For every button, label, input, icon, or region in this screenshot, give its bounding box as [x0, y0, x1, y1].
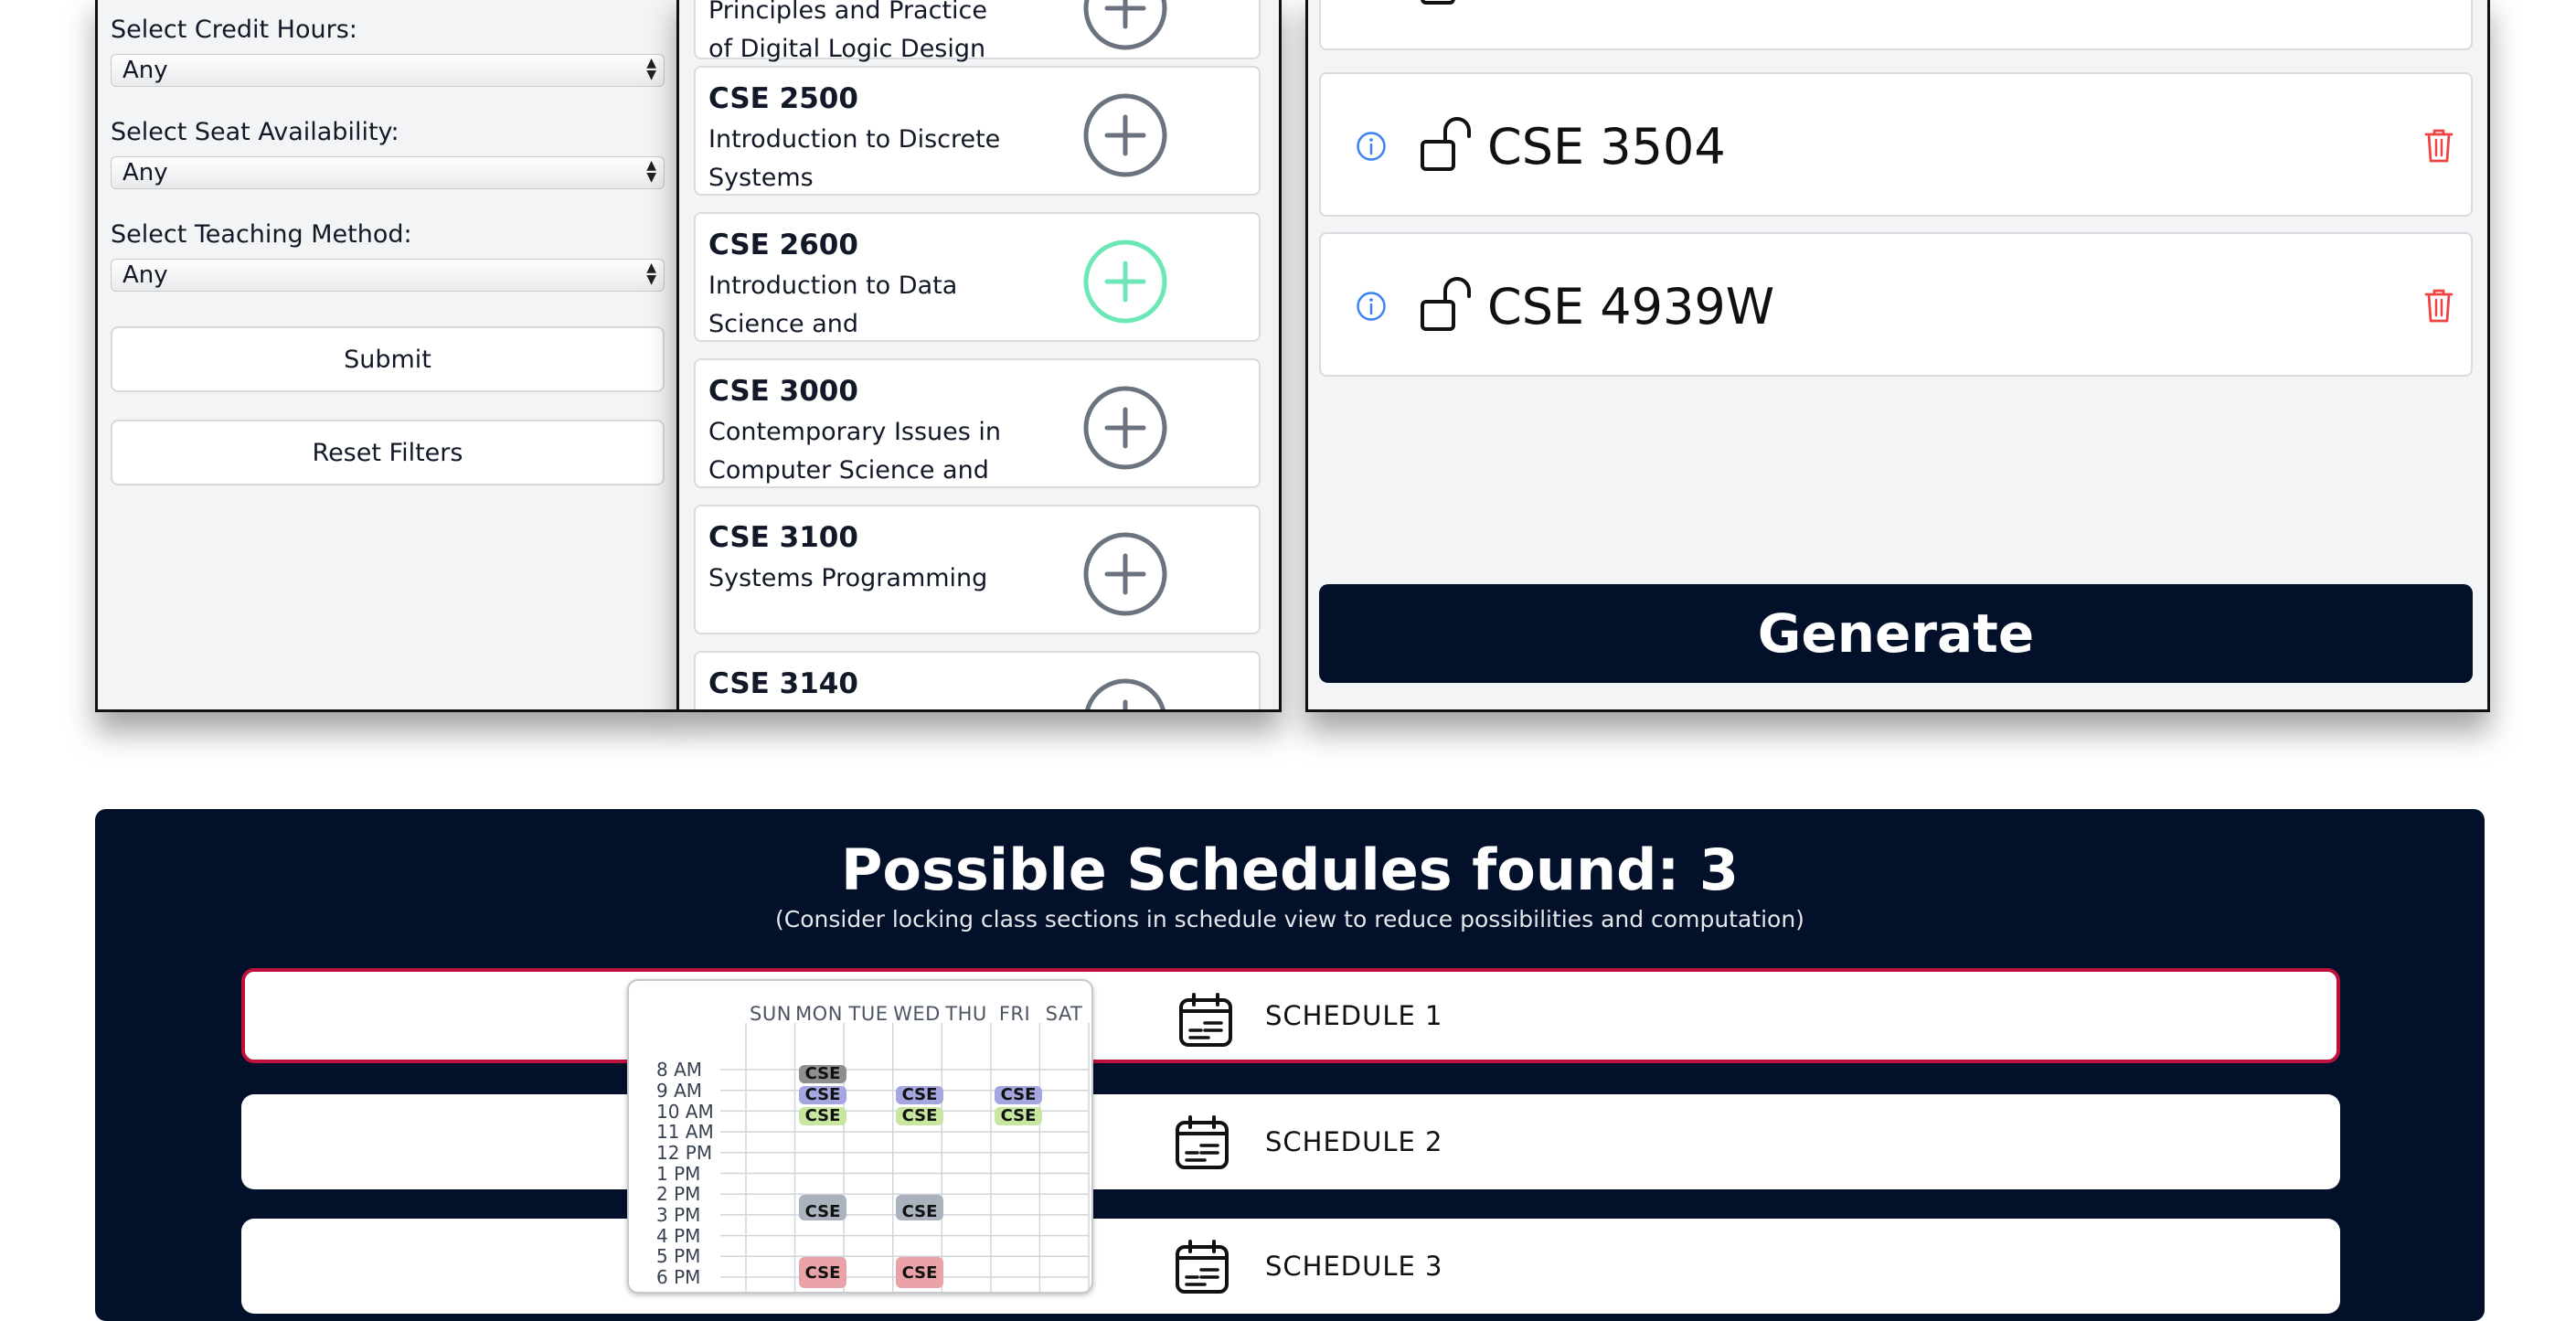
calendar-event[interactable]: CSE [896, 1195, 943, 1220]
course-code: CSE 3100 [708, 521, 858, 554]
hour-label: 10 AM [656, 1101, 714, 1123]
submit-button[interactable]: Submit [111, 326, 665, 392]
hour-label: 9 AM [656, 1080, 703, 1102]
unlock-icon[interactable] [1420, 0, 1473, 6]
selected-course-code: CSE 4939W [1487, 278, 1775, 336]
add-course-icon[interactable] [1083, 386, 1167, 470]
add-course-icon[interactable] [1083, 678, 1167, 712]
selected-course-code: CSE 3150 [1487, 0, 1726, 9]
add-course-icon[interactable] [1083, 532, 1167, 616]
hour-label: 4 PM [656, 1225, 701, 1247]
info-icon[interactable] [1356, 291, 1387, 322]
course-code: CSE 2600 [708, 229, 858, 261]
calendar-event[interactable]: CSE [799, 1195, 846, 1220]
teaching-method-select[interactable]: Any ▲ ▼ [111, 259, 665, 292]
course-title: Systems Programming [708, 564, 988, 592]
calendar-event[interactable]: CSE [799, 1065, 846, 1083]
calendar-icon [1176, 1115, 1229, 1169]
seat-availability-label: Select Seat Availability: [111, 118, 399, 146]
course-card: CSE 2600 Introduction to Data Science an… [694, 212, 1261, 342]
seat-availability-select[interactable]: Any ▲ ▼ [111, 156, 665, 189]
calendar-event[interactable]: CSE [896, 1257, 943, 1288]
course-list: Principles and Practice of Digital Logic… [676, 0, 1282, 712]
trash-icon[interactable] [2423, 287, 2454, 324]
hour-label: 6 PM [656, 1266, 701, 1288]
day-header: SAT [1045, 1003, 1083, 1025]
selected-course-row: CSE 3504 [1319, 72, 2473, 217]
teaching-method-label: Select Teaching Method: [111, 220, 412, 249]
day-header: SUN [750, 1003, 792, 1025]
course-card: CSE 2500 Introduction to Discrete System… [694, 66, 1261, 196]
selected-course-code: CSE 3504 [1487, 118, 1726, 176]
calendar-event[interactable]: CSE [799, 1107, 846, 1125]
schedule-label: SCHEDULE 3 [1265, 1251, 1443, 1282]
course-code: CSE 3000 [708, 375, 858, 408]
selected-courses-panel: CSE 3150 CSE 3504 [1305, 0, 2490, 712]
credit-hours-value: Any [122, 57, 168, 84]
credit-hours-select[interactable]: Any ▲ ▼ [111, 54, 665, 87]
select-arrows-icon: ▲ ▼ [646, 261, 656, 287]
teaching-method-value: Any [122, 261, 168, 289]
course-title: Introduction to Discrete Systems [708, 125, 1001, 192]
day-header: TUE [848, 1003, 889, 1025]
schedule-preview-calendar: SUN MON TUE WED THU FRI SAT 8 AM 9 AM 10… [627, 979, 1093, 1294]
select-arrows-icon: ▲ ▼ [646, 56, 656, 82]
calendar-event[interactable]: CSE [995, 1086, 1042, 1104]
day-header: THU [945, 1003, 987, 1025]
hour-label: 3 PM [656, 1204, 701, 1226]
calendar-event[interactable]: CSE [896, 1107, 943, 1125]
course-code: CSE 3140 [708, 667, 858, 700]
day-header: WED [893, 1003, 941, 1025]
schedules-subheading: (Consider locking class sections in sche… [775, 906, 1804, 932]
schedule-row[interactable]: SCHEDULE 3 [241, 1219, 2340, 1314]
calendar-event[interactable]: CSE [799, 1257, 846, 1288]
hour-label: 1 PM [656, 1163, 701, 1185]
select-arrows-icon: ▲ ▼ [646, 158, 656, 185]
selected-course-row: CSE 4939W [1319, 232, 2473, 377]
schedule-label: SCHEDULE 2 [1265, 1126, 1443, 1157]
schedules-panel: Possible Schedules found: 3 (Consider lo… [95, 809, 2485, 1321]
selected-course-row: CSE 3150 [1319, 0, 2473, 50]
course-title: Introduction to Data Science and Enginee… [708, 272, 958, 338]
calendar-event[interactable]: CSE [799, 1086, 846, 1104]
add-course-icon[interactable] [1083, 93, 1167, 177]
credit-hours-label: Select Credit Hours: [111, 16, 357, 44]
add-course-icon[interactable] [1083, 240, 1167, 324]
calendar-icon [1176, 1240, 1229, 1294]
course-title: Principles and Practice of Digital Logic… [708, 0, 987, 63]
reset-filters-button[interactable]: Reset Filters [111, 420, 665, 485]
course-card: CSE 3000 Contemporary Issues in Computer… [694, 358, 1261, 488]
unlock-icon[interactable] [1420, 276, 1473, 333]
generate-button[interactable]: Generate [1319, 584, 2473, 683]
hour-label: 12 PM [656, 1142, 713, 1164]
trash-icon[interactable] [2423, 127, 2454, 164]
unlock-icon[interactable] [1420, 116, 1473, 173]
schedule-row[interactable]: SCHEDULE 2 [241, 1094, 2340, 1189]
info-icon[interactable] [1356, 131, 1387, 162]
day-header: MON [795, 1003, 843, 1025]
hour-label: 8 AM [656, 1059, 703, 1081]
schedule-row[interactable]: SCHEDULE 1 [241, 968, 2340, 1063]
course-card: CSE 3100 Systems Programming [694, 505, 1261, 634]
hour-label: 11 AM [656, 1121, 714, 1143]
day-header: FRI [998, 1003, 1031, 1025]
hour-label: 2 PM [656, 1183, 701, 1205]
add-course-icon[interactable] [1083, 0, 1167, 50]
hour-label: 5 PM [656, 1245, 701, 1267]
schedule-label: SCHEDULE 1 [1265, 1000, 1443, 1031]
seat-availability-value: Any [122, 159, 168, 186]
calendar-icon [1179, 993, 1232, 1047]
course-title: Contemporary Issues in Computer Science … [708, 418, 1002, 485]
course-card: Principles and Practice of Digital Logic… [694, 0, 1261, 63]
calendar-event[interactable]: CSE [896, 1086, 943, 1104]
course-code: CSE 2500 [708, 82, 858, 115]
schedules-heading: Possible Schedules found: 3 [840, 836, 1739, 903]
course-card: CSE 3140 [694, 651, 1261, 712]
filter-panel: Select Credit Hours: Any ▲ ▼ Select Seat … [95, 0, 679, 712]
calendar-event[interactable]: CSE [995, 1107, 1042, 1125]
